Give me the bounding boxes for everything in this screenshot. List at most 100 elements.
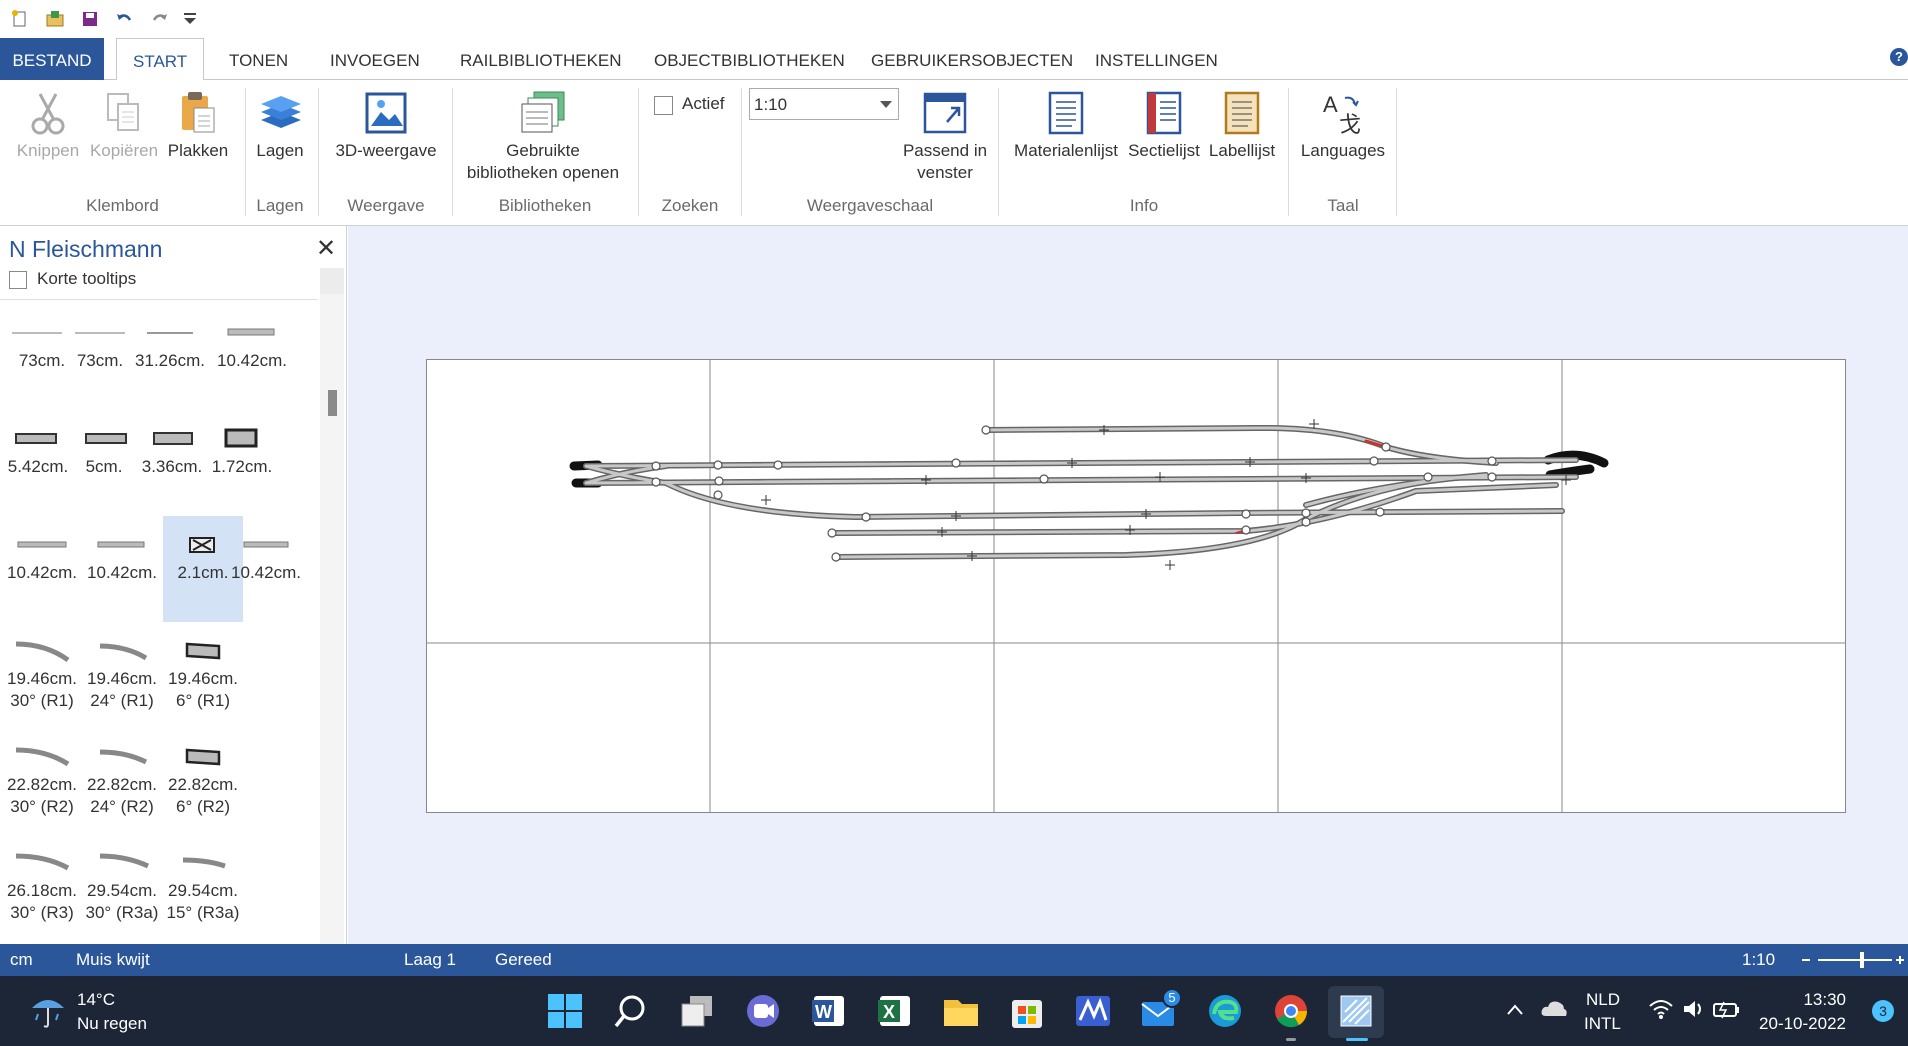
scroll-up-button[interactable] [320,268,344,294]
track-piece[interactable]: 10.42cm. [82,528,162,584]
customize-toolbar-icon[interactable] [180,9,200,29]
scissors-icon [31,93,65,135]
status-state: Gereed [495,950,552,969]
short-tooltips-checkbox[interactable] [9,271,27,289]
tab-instellingen[interactable]: INSTELLINGEN [1079,38,1234,80]
track-piece[interactable]: 19.46cm. 24° (R1) [82,634,162,712]
zoom-slider[interactable] [1800,948,1904,972]
materials-list-icon [1048,91,1084,135]
section-list-button[interactable]: Sectielijst [1126,90,1202,162]
track-piece-length: 22.82cm. [87,775,157,794]
start-windows-icon[interactable] [546,992,584,1030]
teams-chat-icon[interactable] [744,992,782,1030]
new-file-icon[interactable] [10,9,30,29]
group-label-scale: Weergaveschaal [806,196,934,215]
edge-icon[interactable] [1206,992,1244,1030]
languages-label: Languages [1300,141,1386,160]
track-piece-angle: 24° (R2) [90,797,154,816]
track-piece-length: 29.54cm. [87,881,157,900]
layers-label: Lagen [256,141,304,160]
notification-badge[interactable]: 3 [1872,1000,1894,1022]
paste-button[interactable]: Plakken [162,90,234,162]
chrome-icon[interactable] [1272,992,1310,1030]
clock-date[interactable]: 20-10-2022 [1758,1014,1846,1034]
status-scale: 1:10 [1742,950,1776,969]
tab-objectbibliotheken[interactable]: OBJECTBIBLIOTHEKEN [638,38,861,80]
status-bar: cm Muis kwijt Laag 1 Gereed 1:10 [0,944,1908,976]
layers-button[interactable]: Lagen [248,90,312,162]
label-list-button[interactable]: Labellijst [1204,90,1280,162]
tab-start[interactable]: START [116,38,205,81]
word-icon[interactable]: W [810,992,848,1030]
track-piece[interactable]: 19.46cm. 6° (R1) [163,634,243,712]
group-label-search: Zoeken [661,196,719,215]
track-piece[interactable]: 19.46cm. 30° (R1) [2,634,82,712]
open-used-libraries-button[interactable]: Gebruikte bibliotheken openen [456,90,630,184]
track-piece[interactable]: 1.72cm. [202,422,282,478]
track-piece[interactable]: 22.82cm. 24° (R2) [82,740,162,818]
track-piece[interactable]: 10.42cm. [212,316,292,372]
track-piece-length: 29.54cm. [168,881,238,900]
track-piece[interactable]: 10.42cm. [2,528,82,584]
help-icon[interactable]: ? [1890,48,1908,66]
undo-icon[interactable] [114,9,134,29]
fit-to-window-button[interactable]: Passend in venster [898,90,992,184]
track-piece[interactable]: 29.54cm. 30° (R3a) [82,846,162,924]
panel-scrollbar[interactable] [320,268,344,944]
track-planner-app-icon[interactable] [1337,992,1375,1030]
group-separator [318,88,319,216]
view-3d-button[interactable]: 3D-weergave [330,90,442,162]
tab-invoegen[interactable]: INVOEGEN [314,38,436,80]
translate-icon: A戈 [1323,92,1361,136]
redo-icon[interactable] [150,9,170,29]
track-piece[interactable]: 22.82cm. 6° (R2) [163,740,243,818]
panel-title: N Fleischmann [9,236,163,262]
track-piece[interactable]: 26.18cm. 30° (R3) [2,846,82,924]
materials-list-label: Materialenlijst [1014,141,1118,160]
clock-time[interactable]: 13:30 [1776,990,1846,1010]
battery-icon[interactable] [1712,998,1742,1020]
tab-bestand[interactable]: BESTAND [0,38,104,80]
app-ma-icon[interactable] [1074,992,1112,1030]
tab-railbibliotheken[interactable]: RAILBIBLIOTHEKEN [444,38,638,80]
ribbon: Knippen Kopiëren Plakken Klembord Lagen … [0,80,1908,226]
status-unit: cm [10,950,33,969]
layout-board[interactable] [426,359,1846,813]
copy-button[interactable]: Kopiëren [88,90,160,162]
search-icon[interactable] [612,992,650,1030]
scale-select[interactable]: 1:10 [749,88,899,120]
cut-button[interactable]: Knippen [12,90,84,162]
scrollbar-thumb[interactable] [328,390,337,416]
track-piece[interactable]: 3.36cm. [132,422,212,478]
track-piece[interactable]: 31.26cm. [130,316,210,372]
3d-view-icon [365,92,407,134]
tab-tonen[interactable]: TONEN [213,38,304,80]
track-piece-length: 73cm. [76,351,124,370]
keyboard-layout[interactable]: INTL [1584,1014,1621,1034]
track-piece-length: 10.42cm. [231,563,301,582]
track-piece[interactable]: 73cm. [60,316,140,372]
track-piece-angle: 15° (R3a) [166,903,240,922]
group-separator [998,88,999,216]
scale-select-value: 1:10 [754,95,788,114]
close-icon[interactable]: ✕ [316,234,336,263]
materials-list-button[interactable]: Materialenlijst [1010,90,1122,162]
open-file-icon[interactable] [45,9,65,29]
languages-button[interactable]: A戈 Languages [1294,90,1392,162]
input-language[interactable]: NLD [1586,990,1620,1010]
excel-icon[interactable]: X [876,992,914,1030]
track-piece[interactable]: 22.82cm. 30° (R2) [2,740,82,818]
track-piece[interactable]: 10.42cm. [226,528,306,584]
tab-gebruikersobjecten[interactable]: GEBRUIKERSOBJECTEN [855,38,1089,80]
active-checkbox[interactable] [654,96,673,115]
volume-icon[interactable] [1682,998,1706,1020]
track-piece[interactable]: 29.54cm. 15° (R3a) [163,846,243,924]
file-explorer-icon[interactable] [942,992,980,1030]
wifi-icon[interactable] [1648,998,1674,1020]
store-icon[interactable] [1008,992,1046,1030]
save-icon[interactable] [80,9,100,29]
weather-rain-icon [32,1000,64,1028]
task-view-icon[interactable] [678,992,716,1030]
cloud-icon[interactable] [1540,998,1568,1018]
chevron-up-icon[interactable] [1506,1002,1524,1016]
